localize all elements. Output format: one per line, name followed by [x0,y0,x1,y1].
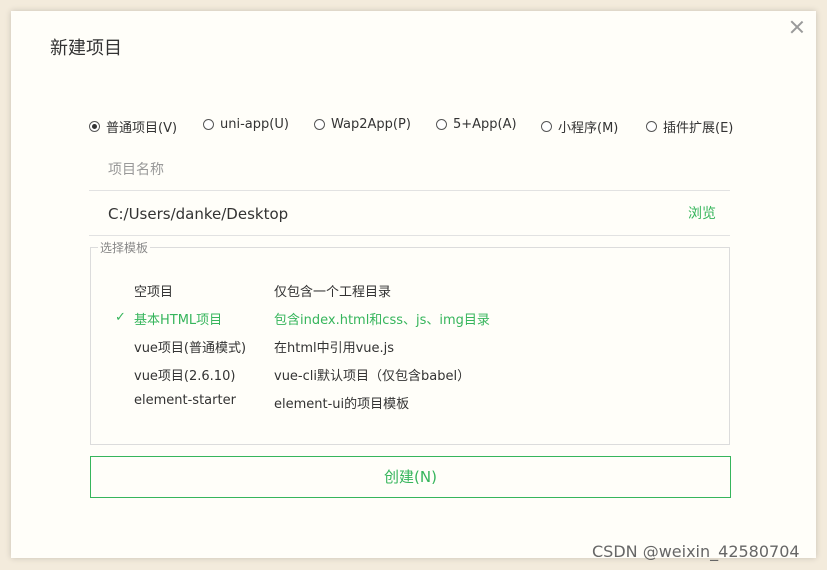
radio-uni-app[interactable]: uni-app(U) [203,117,289,132]
template-desc: element-ui的项目模板 [274,397,410,412]
project-name-input[interactable] [89,149,730,191]
template-name: element-starter [134,393,236,408]
browse-link[interactable]: 浏览 [688,192,716,236]
new-project-dialog: 新建项目 普通项目(V) uni-app(U) Wap2App(P) 5+App… [11,11,816,558]
radio-label: 5+App(A) [453,117,517,132]
radio-dot [541,121,552,132]
radio-label: 插件扩展(E) [663,121,734,136]
radio-label: 小程序(M) [558,121,619,136]
radio-dot [436,119,447,130]
radio-dot [89,121,100,132]
project-location-row: C:/Users/danke/Desktop 浏览 [89,192,730,236]
template-item-basic-html[interactable]: ✓ 基本HTML项目 包含index.html和css、js、img目录 [91,304,729,332]
template-group-legend: 选择模板 [98,241,151,255]
template-group: 选择模板 空项目 仅包含一个工程目录 ✓ 基本HTML项目 包含index.ht… [90,241,730,445]
template-item-vue-normal[interactable]: vue项目(普通模式) 在html中引用vue.js [91,332,729,360]
radio-label: 普通项目(V) [106,121,178,136]
radio-label: uni-app(U) [220,117,289,132]
radio-plugin-extension[interactable]: 插件扩展(E) [646,117,733,136]
radio-5plus-app[interactable]: 5+App(A) [436,117,517,132]
radio-dot [314,119,325,130]
template-name: 基本HTML项目 [134,313,223,328]
template-item-element-starter[interactable]: element-starter element-ui的项目模板 [91,388,729,416]
radio-label: Wap2App(P) [331,117,411,132]
project-type-group: 普通项目(V) uni-app(U) Wap2App(P) 5+App(A) 小… [89,117,739,137]
project-location-path[interactable]: C:/Users/danke/Desktop [108,192,288,236]
template-item-vue-cli[interactable]: vue项目(2.6.10) vue-cli默认项目（仅包含babel） [91,360,729,388]
watermark: CSDN @weixin_42580704 [592,542,800,561]
create-button[interactable]: 创建(N) [90,456,731,498]
template-name: 空项目 [134,285,174,300]
radio-normal-project[interactable]: 普通项目(V) [89,117,177,136]
template-desc: 在html中引用vue.js [274,341,395,356]
template-desc: 仅包含一个工程目录 [274,285,392,300]
template-name: vue项目(普通模式) [134,341,247,356]
template-desc: vue-cli默认项目（仅包含babel） [274,369,471,384]
dialog-title: 新建项目 [50,38,122,59]
template-item-empty[interactable]: 空项目 仅包含一个工程目录 [91,276,729,304]
template-name: vue项目(2.6.10) [134,369,236,384]
radio-mini-program[interactable]: 小程序(M) [541,117,618,136]
checkmark-icon: ✓ [115,310,126,325]
template-desc: 包含index.html和css、js、img目录 [274,313,490,328]
radio-dot [203,119,214,130]
radio-wap2app[interactable]: Wap2App(P) [314,117,411,132]
radio-dot [646,121,657,132]
close-icon[interactable] [787,17,807,37]
